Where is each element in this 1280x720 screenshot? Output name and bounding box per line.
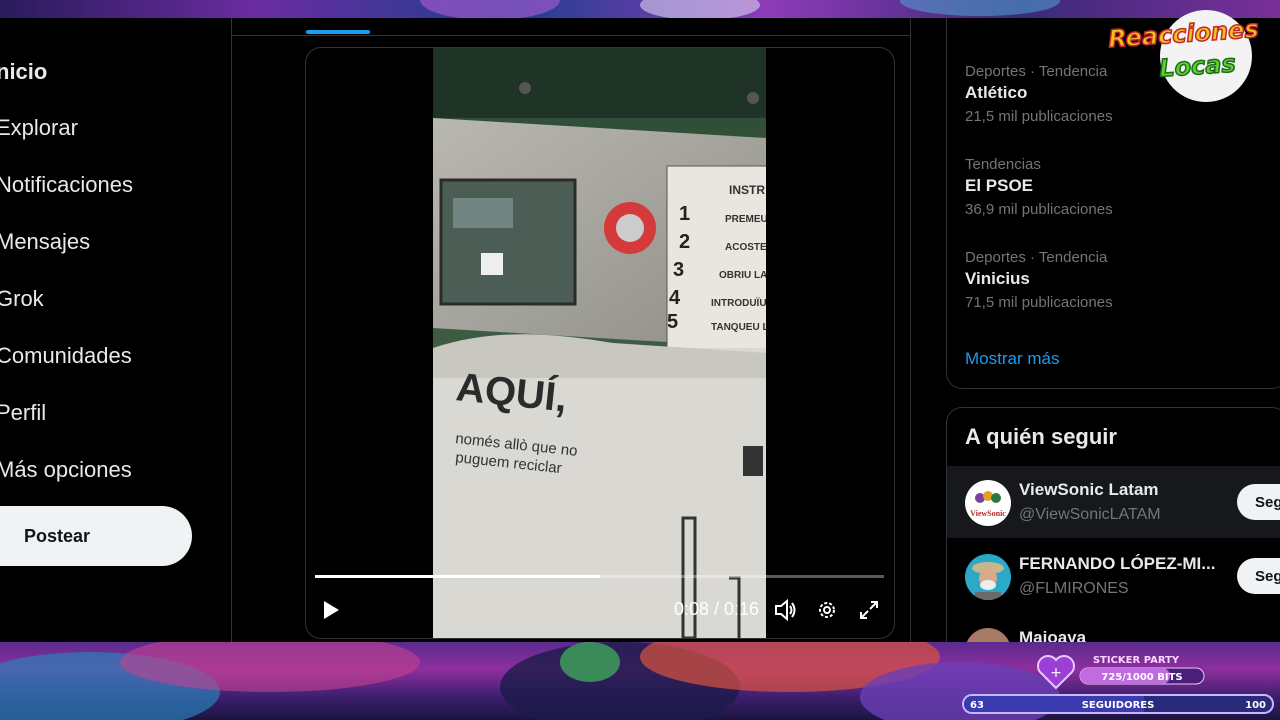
- trend-item[interactable]: Tendencias El PSOE 36,9 mil publicacione…: [965, 156, 1265, 218]
- trend-name: El PSOE: [965, 176, 1034, 195]
- sticker-bits: 725/1000 BITS: [1101, 672, 1182, 683]
- show-more-link[interactable]: Mostrar más: [965, 349, 1059, 369]
- followers-current: 63: [970, 700, 984, 711]
- nav-grok-label: Grok: [0, 286, 44, 311]
- overlay-decoration: [420, 0, 560, 20]
- svg-text:5: 5: [667, 311, 678, 333]
- video-player[interactable]: AQUÍ, només allò que no puguem reciclar …: [305, 47, 895, 639]
- column-divider: [910, 18, 911, 642]
- nav-profile-label: Perfil: [0, 400, 47, 425]
- video-progress-bar[interactable]: [315, 575, 884, 578]
- trend-count: 36,9 mil publicaciones: [965, 201, 1113, 218]
- avatar: [965, 554, 1011, 600]
- video-frame-image: AQUÍ, només allò que no puguem reciclar …: [433, 48, 766, 638]
- logo-text-line2: Locas: [1158, 49, 1236, 82]
- nav-communities[interactable]: Comunidades: [0, 340, 132, 372]
- nav-notifications[interactable]: Notificaciones: [0, 169, 133, 201]
- avatar: [965, 628, 1011, 642]
- overlay-decoration: [640, 0, 760, 20]
- sign-step-5: TANQUEU LA: [711, 322, 766, 333]
- nav-home[interactable]: nicio: [0, 56, 47, 88]
- svg-text:3: 3: [673, 259, 684, 281]
- svg-text:2: 2: [679, 231, 690, 253]
- trend-name: Vinicius: [965, 269, 1030, 288]
- trend-meta: Deportes · Tendencia: [965, 249, 1108, 266]
- nav-notifications-label: Notificaciones: [0, 172, 133, 197]
- follow-suggestion-name: Majoaya: [1019, 628, 1087, 642]
- svg-text:4: 4: [669, 287, 681, 309]
- follow-suggestion-name: FERNANDO LÓPEZ-MI...: [1019, 554, 1216, 573]
- left-nav: nicio Explorar Notificaciones Mensajes G…: [0, 18, 232, 642]
- follow-suggestion-name: ViewSonic Latam: [1019, 480, 1159, 499]
- sign-step-3: OBRIU LA: [719, 270, 766, 281]
- sign-step-4: INTRODUÏU: [711, 296, 766, 309]
- follow-suggestion[interactable]: Majoaya Seg: [947, 614, 1280, 642]
- follow-button[interactable]: Seg: [1237, 484, 1280, 520]
- nav-messages[interactable]: Mensajes: [0, 226, 90, 258]
- volume-icon[interactable]: [774, 598, 798, 626]
- video-progress-fill: [315, 575, 600, 578]
- trend-meta: Tendencias: [965, 156, 1041, 173]
- trend-count: 21,5 mil publicaciones: [965, 108, 1113, 125]
- nav-explore-label: Explorar: [0, 115, 78, 140]
- nav-grok[interactable]: Grok: [0, 283, 44, 315]
- nav-explore[interactable]: Explorar: [0, 112, 78, 144]
- overlay-decoration: [900, 0, 1060, 16]
- who-to-follow-title: A quién seguir: [965, 424, 1117, 449]
- who-to-follow-panel: A quién seguir ViewSonic ViewSonic Latam…: [946, 407, 1280, 642]
- video-time: 0:08 / 0:16: [674, 599, 760, 619]
- svg-text:+: +: [1050, 665, 1062, 681]
- overlay-decoration: [560, 642, 620, 682]
- trend-count: 71,5 mil publicaciones: [965, 294, 1113, 311]
- follow-suggestion[interactable]: FERNANDO LÓPEZ-MI... @FLMIRONES Seg: [947, 540, 1280, 612]
- sign-instr: INSTR: [729, 183, 765, 197]
- nav-communities-label: Comunidades: [0, 343, 132, 368]
- sticker-party-widget: + STICKER PARTY 725/1000 BITS: [1036, 652, 1236, 692]
- follow-suggestion-handle: @ViewSonicLATAM: [1019, 506, 1161, 523]
- followers-goal-bar: 63 SEGUIDORES 100: [962, 694, 1274, 714]
- sticker-title: STICKER PARTY: [1093, 655, 1180, 666]
- active-tab-indicator: [306, 30, 370, 34]
- nav-home-label: nicio: [0, 59, 48, 84]
- nav-profile[interactable]: Perfil: [0, 397, 46, 429]
- follow-suggestion[interactable]: ViewSonic ViewSonic Latam @ViewSonicLATA…: [947, 466, 1280, 538]
- stream-logo: Reacciones Locas: [1088, 2, 1280, 102]
- avatar-brand-text: ViewSonic: [970, 509, 1006, 518]
- followers-goal: 100: [1245, 700, 1266, 711]
- fullscreen-icon[interactable]: [858, 599, 880, 626]
- post-button[interactable]: Postear: [0, 506, 192, 566]
- follow-button[interactable]: Seg: [1237, 558, 1280, 594]
- settings-gear-icon[interactable]: [816, 599, 838, 626]
- trend-item[interactable]: Deportes · Tendencia Vinicius 71,5 mil p…: [965, 249, 1265, 311]
- column-divider: [231, 18, 232, 642]
- x-app: nicio Explorar Notificaciones Mensajes G…: [0, 18, 1280, 642]
- nav-messages-label: Mensajes: [0, 229, 91, 254]
- svg-text:1: 1: [679, 203, 690, 225]
- follow-suggestion-handle: @FLMIRONES: [1019, 580, 1129, 597]
- sign-step-2: ACOSTEU: [725, 242, 766, 253]
- tab-bar-border: [232, 35, 910, 36]
- video-frame: AQUÍ, només allò que no puguem reciclar …: [433, 48, 766, 638]
- nav-more-options-label: Más opciones: [0, 457, 132, 482]
- play-icon[interactable]: [320, 599, 342, 626]
- sign-step-1: PREMEU: [725, 214, 766, 225]
- nav-more-options[interactable]: Más opciones: [0, 454, 132, 486]
- avatar: ViewSonic: [965, 480, 1011, 526]
- followers-label: SEGUIDORES: [1082, 700, 1155, 711]
